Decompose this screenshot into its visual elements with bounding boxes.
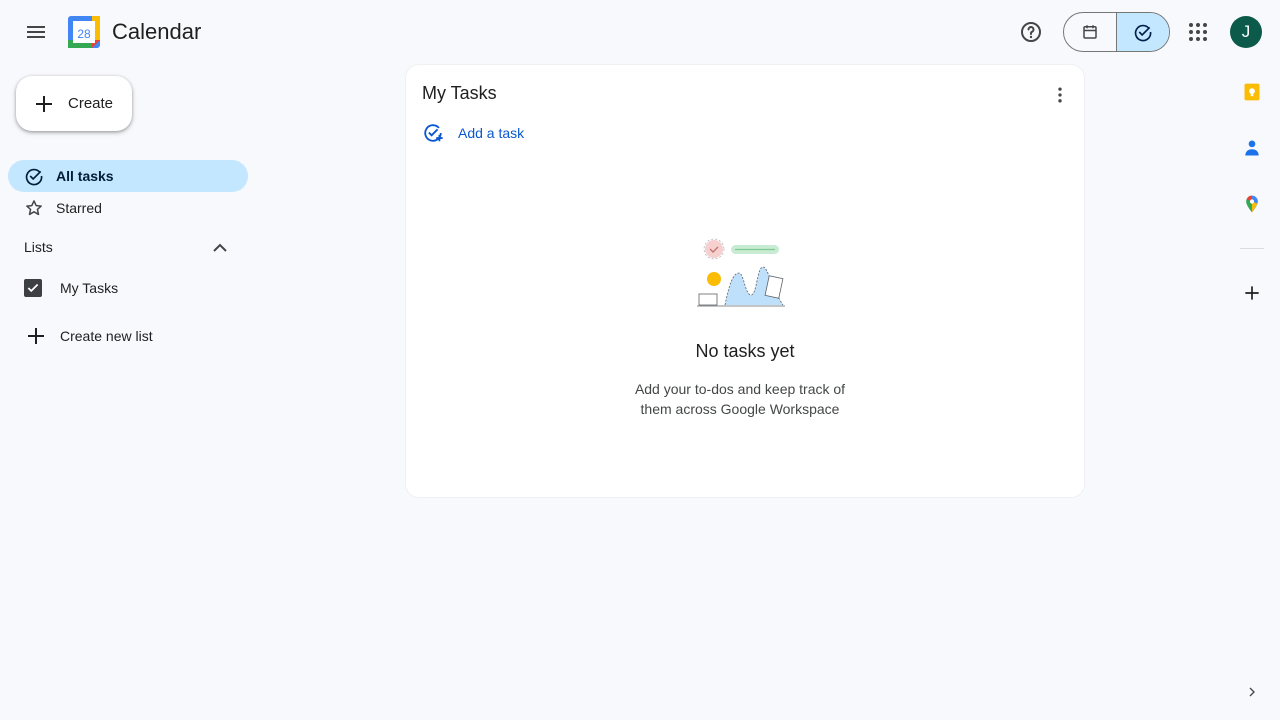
chevron-right-icon bbox=[1249, 687, 1255, 697]
plus-icon bbox=[1245, 286, 1259, 300]
check-circle-icon bbox=[24, 166, 44, 186]
more-vert-icon bbox=[1058, 87, 1062, 103]
add-task-icon bbox=[424, 124, 443, 142]
create-button-label: Create bbox=[68, 95, 114, 112]
switch-to-tasks-button[interactable] bbox=[1117, 13, 1169, 51]
logo-day: 28 bbox=[77, 27, 91, 41]
switch-to-calendar-button[interactable] bbox=[1064, 13, 1117, 51]
account-avatar[interactable]: J bbox=[1230, 16, 1262, 48]
star-icon bbox=[24, 198, 44, 218]
calendar-icon bbox=[1083, 25, 1097, 39]
chevron-up-icon bbox=[213, 243, 227, 252]
sidebar-item-label: All tasks bbox=[56, 168, 114, 184]
get-addons-button[interactable] bbox=[1240, 281, 1264, 305]
list-item-my-tasks[interactable]: My Tasks bbox=[24, 276, 118, 300]
app-title: Calendar bbox=[112, 19, 202, 44]
contacts-icon bbox=[1245, 140, 1259, 156]
help-icon bbox=[1021, 22, 1041, 42]
create-button[interactable]: Create bbox=[16, 76, 132, 131]
list-options-button[interactable] bbox=[1046, 81, 1074, 109]
keep-button[interactable] bbox=[1240, 80, 1264, 104]
create-new-list-label: Create new list bbox=[60, 328, 153, 344]
add-task-button[interactable]: Add a task bbox=[422, 122, 524, 144]
maps-pin-icon bbox=[1246, 195, 1258, 213]
sidebar-item-starred[interactable]: Starred bbox=[8, 192, 248, 224]
list-checkbox[interactable] bbox=[24, 279, 42, 297]
task-list-card: My Tasks Add a task No tasks yet Add you… bbox=[405, 64, 1085, 498]
create-new-list-button[interactable]: Create new list bbox=[24, 324, 153, 348]
add-task-label: Add a task bbox=[458, 125, 525, 141]
maps-button[interactable] bbox=[1240, 192, 1264, 216]
hamburger-menu-icon bbox=[27, 26, 45, 38]
list-item-label: My Tasks bbox=[60, 280, 119, 296]
empty-state-description: Add your to-dos and keep track of them a… bbox=[634, 381, 846, 417]
empty-state-title: No tasks yet bbox=[695, 341, 795, 361]
sidebar-item-label: Starred bbox=[56, 200, 102, 216]
task-list-title: My Tasks bbox=[422, 83, 497, 103]
checkmark-icon bbox=[27, 283, 39, 293]
task-check-icon bbox=[1134, 24, 1152, 42]
google-apps-button[interactable] bbox=[1178, 12, 1218, 52]
support-button[interactable] bbox=[1011, 12, 1051, 52]
empty-tasks-illustration bbox=[697, 238, 785, 307]
rail-divider bbox=[1240, 248, 1264, 249]
plus-icon bbox=[36, 95, 52, 112]
apps-grid-icon bbox=[1189, 23, 1207, 41]
show-side-panel-button[interactable] bbox=[1240, 680, 1264, 704]
sidebar-item-all-tasks[interactable]: All tasks bbox=[8, 160, 248, 192]
lists-heading: Lists bbox=[24, 239, 53, 255]
view-switcher bbox=[1063, 12, 1170, 52]
contacts-button[interactable] bbox=[1240, 136, 1264, 160]
keep-icon bbox=[1244, 83, 1260, 101]
calendar-logo[interactable]: 28 bbox=[68, 16, 100, 48]
plus-icon bbox=[24, 324, 48, 348]
main-menu-button[interactable] bbox=[16, 12, 56, 52]
collapse-lists-button[interactable] bbox=[208, 236, 232, 260]
